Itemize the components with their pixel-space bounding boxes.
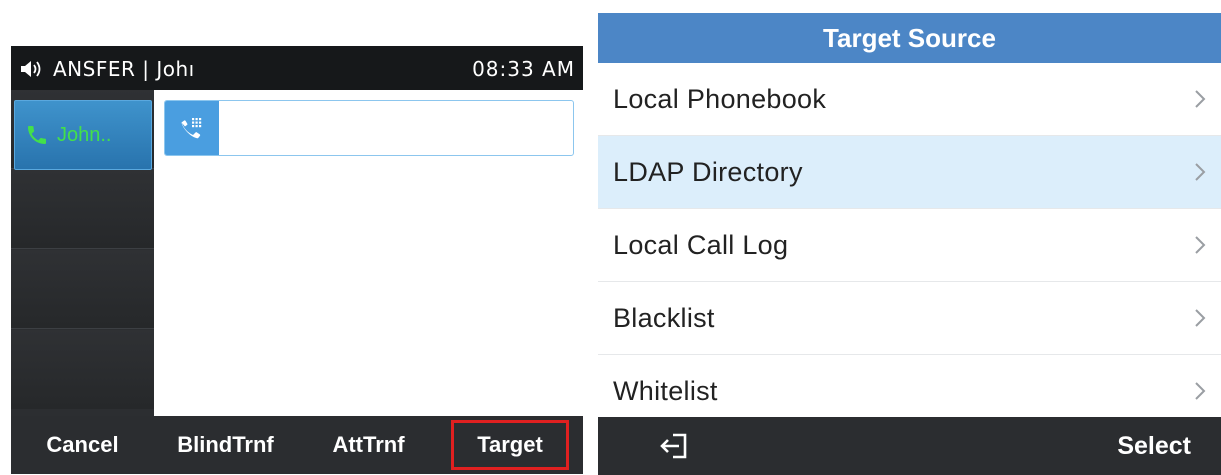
- line-key-slot-empty[interactable]: [11, 170, 154, 249]
- menu-item-local-call-log[interactable]: Local Call Log: [598, 209, 1221, 282]
- exit-icon: [660, 433, 687, 459]
- line-key-slot-empty[interactable]: [11, 250, 154, 329]
- clock: 08:33 AM: [472, 57, 575, 81]
- menu-item-label: Blacklist: [613, 303, 715, 333]
- attended-transfer-softkey[interactable]: AttTrnf: [297, 416, 440, 474]
- line-key-slot-empty[interactable]: [11, 330, 154, 409]
- bottom-softkey-bar: Select: [598, 417, 1221, 475]
- phone-handset-icon: [28, 126, 46, 144]
- status-bar: ANSFER | Johı 08:33 AM: [11, 46, 583, 90]
- phone-call-screen: ANSFER | Johı 08:33 AM John.. Cancel Bli…: [11, 46, 583, 474]
- menu-item-label: Local Phonebook: [613, 84, 827, 114]
- transfer-number-field[interactable]: [164, 100, 574, 156]
- speaker-volume-icon: [21, 61, 41, 77]
- call-status: ANSFER | Johı: [19, 57, 195, 81]
- line-key-label: John..: [57, 123, 112, 146]
- menu-item-blacklist[interactable]: Blacklist: [598, 282, 1221, 355]
- menu-item-ldap-directory[interactable]: LDAP Directory: [598, 136, 1221, 209]
- line-key-panel: John..: [11, 90, 154, 416]
- menu-item-label: LDAP Directory: [613, 157, 803, 187]
- menu-item-label: Local Call Log: [613, 230, 789, 260]
- menu-item-local-phonebook[interactable]: Local Phonebook: [598, 63, 1221, 136]
- chevron-right-icon: [1195, 309, 1206, 327]
- target-source-list: Local Phonebook LDAP Directory Local Cal…: [598, 63, 1221, 428]
- chevron-right-icon: [1195, 382, 1206, 400]
- blind-transfer-softkey[interactable]: BlindTrnf: [154, 416, 297, 474]
- target-softkey[interactable]: Target: [447, 416, 573, 474]
- transfer-number-input[interactable]: [221, 101, 571, 155]
- exit-button[interactable]: [656, 427, 694, 465]
- dial-area: [154, 90, 583, 416]
- dialpad-phone-icon-box: [165, 101, 219, 155]
- select-button[interactable]: Select: [1117, 417, 1191, 475]
- chevron-right-icon: [1195, 163, 1206, 181]
- softkey-bar: Cancel BlindTrnf AttTrnf Target: [11, 416, 583, 474]
- caller-status-text: ANSFER | Johı: [53, 57, 195, 81]
- chevron-right-icon: [1195, 236, 1206, 254]
- target-source-screen: Target Source Local Phonebook LDAP Direc…: [598, 13, 1221, 475]
- chevron-right-icon: [1195, 90, 1206, 108]
- line-key-john[interactable]: John..: [14, 100, 152, 170]
- screen-title: Target Source: [598, 13, 1221, 63]
- cancel-softkey[interactable]: Cancel: [11, 416, 154, 474]
- dialpad-phone-icon: [181, 118, 202, 139]
